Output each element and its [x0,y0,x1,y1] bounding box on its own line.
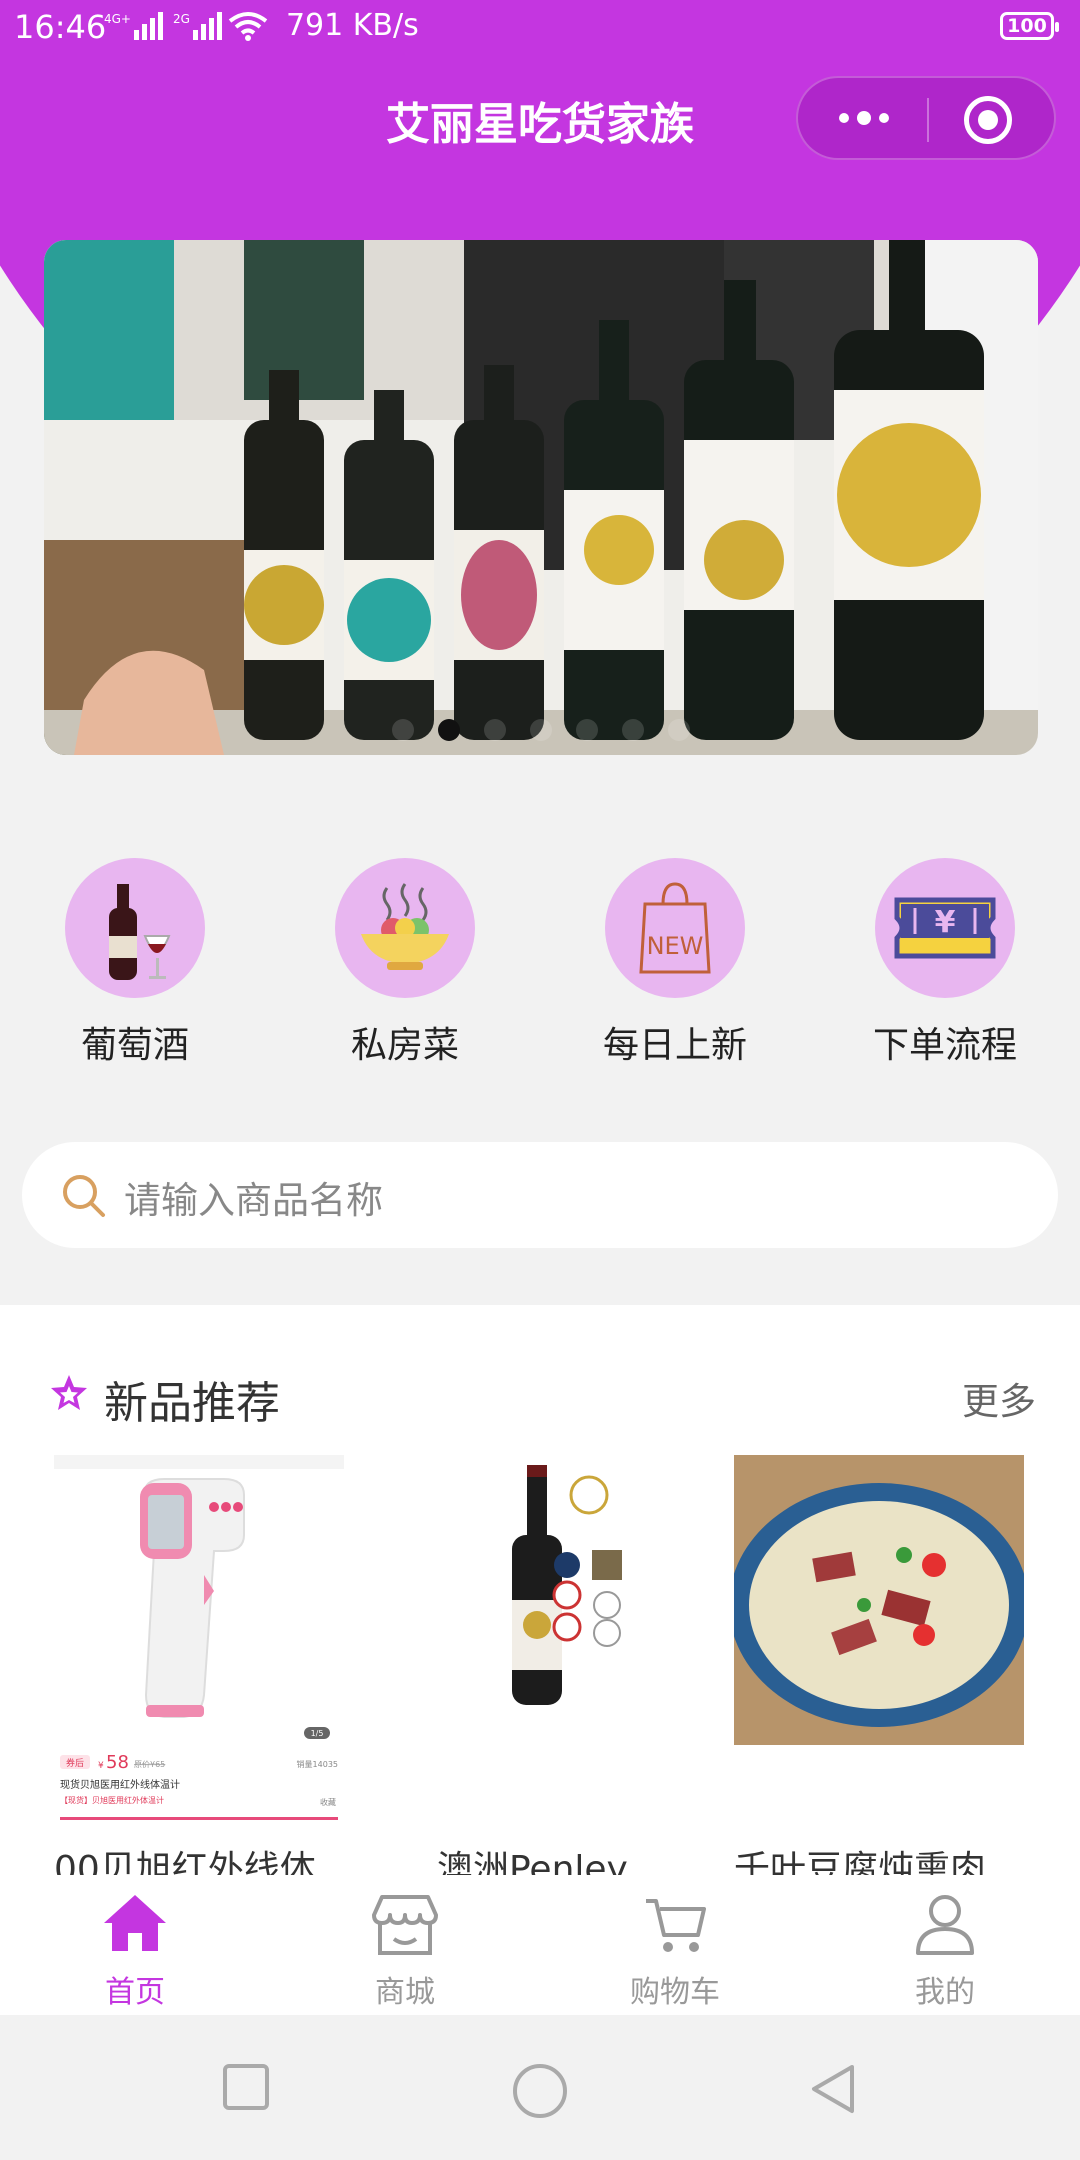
user-icon [916,1895,974,1955]
network-speed: 791 KB/s [285,8,419,43]
section-header: 新品推荐 更多 [0,1365,1080,1429]
carousel-dot[interactable] [438,719,460,741]
cart-icon [646,1899,706,1952]
search-bar[interactable]: 请输入商品名称 [22,1142,1058,1248]
svg-text:¥: ¥ [98,1761,104,1771]
category-label: 每日上新 [602,1025,747,1066]
thumb-price: 58 [106,1752,129,1773]
thumb-page-indicator: 1/5 [311,1729,324,1738]
star-badge-icon [51,1375,87,1410]
banner-image [44,240,1038,755]
product-card[interactable]: 千叶豆腐炖熏肉 [734,1455,1024,1890]
thumb-sub: 【现货】贝旭医用红外体温计 [60,1795,164,1805]
wine-bottle-icon [65,858,205,998]
thumb-sales: 销量14035 [297,1759,338,1769]
banner-carousel[interactable] [44,240,1038,755]
store-icon [372,1895,438,1955]
carousel-dot[interactable] [668,719,690,741]
home-button-icon[interactable] [512,2063,568,2119]
search-placeholder: 请输入商品名称 [124,1179,383,1222]
category-label: 私房菜 [350,1025,459,1066]
system-navigation-bar [0,2015,1080,2160]
product-image [437,1455,727,1825]
tab-label: 商城 [375,1975,435,2010]
status-bar: 16:46 4G+ 2G 791 KB/s 100 [0,0,1080,56]
home-icon [104,1895,166,1951]
tab-profile[interactable]: 我的 [845,1875,1045,2015]
capsule-divider [927,98,929,142]
back-button-icon[interactable] [808,2063,858,2115]
category-private-dishes[interactable]: 私房菜 [305,850,505,1070]
more-dots-icon[interactable] [834,98,894,138]
product-image: 1/5 券后 ¥ 58 原价¥65 销量14035 现货贝旭医用红外线体温计 【… [54,1455,344,1825]
svg-text:NEW: NEW [647,932,704,960]
tab-home[interactable]: 首页 [35,1875,235,2015]
miniprogram-capsule [796,76,1056,160]
svg-text:¥: ¥ [935,905,956,940]
network-indicators: 4G+ 2G 791 KB/s [100,8,419,43]
new-bag-icon: NEW [605,858,745,998]
carousel-dot[interactable] [576,719,598,741]
carousel-dot[interactable] [530,719,552,741]
tab-label: 我的 [915,1975,975,2010]
ticket-yen-icon: ¥ [875,858,1015,998]
dish-bowl-icon [335,858,475,998]
tab-label: 购物车 [630,1975,720,2010]
category-wine[interactable]: 葡萄酒 [35,850,235,1070]
category-order-process[interactable]: ¥ 下单流程 [845,850,1045,1070]
thumb-original-price: 原价¥65 [134,1760,165,1769]
carousel-dot[interactable] [392,719,414,741]
more-link[interactable]: 更多 [962,1371,1036,1425]
tab-cart[interactable]: 购物车 [575,1875,775,2015]
thumb-fav: 收藏 [320,1797,336,1807]
thumb-price-tag: 券后 [66,1757,84,1769]
category-daily-new[interactable]: NEW 每日上新 [575,850,775,1070]
recent-apps-icon[interactable] [222,2063,270,2111]
carousel-dot[interactable] [484,719,506,741]
tab-mall[interactable]: 商城 [305,1875,505,2015]
search-icon [63,1175,105,1217]
product-card[interactable]: 澳洲Penley [437,1455,727,1890]
category-label: 下单流程 [872,1025,1017,1066]
carousel-indicator [44,705,1038,755]
thumb-desc: 现货贝旭医用红外线体温计 [60,1778,180,1791]
signal-icon-2: 2G [173,11,222,40]
close-target-icon[interactable] [964,96,1012,144]
wifi-icon [228,11,268,41]
battery-icon: 100 [1000,12,1059,40]
bottom-tab-bar: 首页 商城 购物车 我的 [0,1875,1080,2015]
carousel-dot[interactable] [622,719,644,741]
status-time: 16:46 [14,8,107,46]
category-label: 葡萄酒 [80,1025,189,1066]
section-title: 新品推荐 [104,1378,280,1429]
product-card[interactable]: 1/5 券后 ¥ 58 原价¥65 销量14035 现货贝旭医用红外线体温计 【… [54,1455,344,1890]
signal-icon: 4G+ [104,11,163,40]
tab-label: 首页 [105,1975,165,2010]
category-nav: 葡萄酒 私房菜 NEW 每日上新 ¥ 下单流程 [0,850,1080,1070]
product-image [734,1455,1024,1825]
